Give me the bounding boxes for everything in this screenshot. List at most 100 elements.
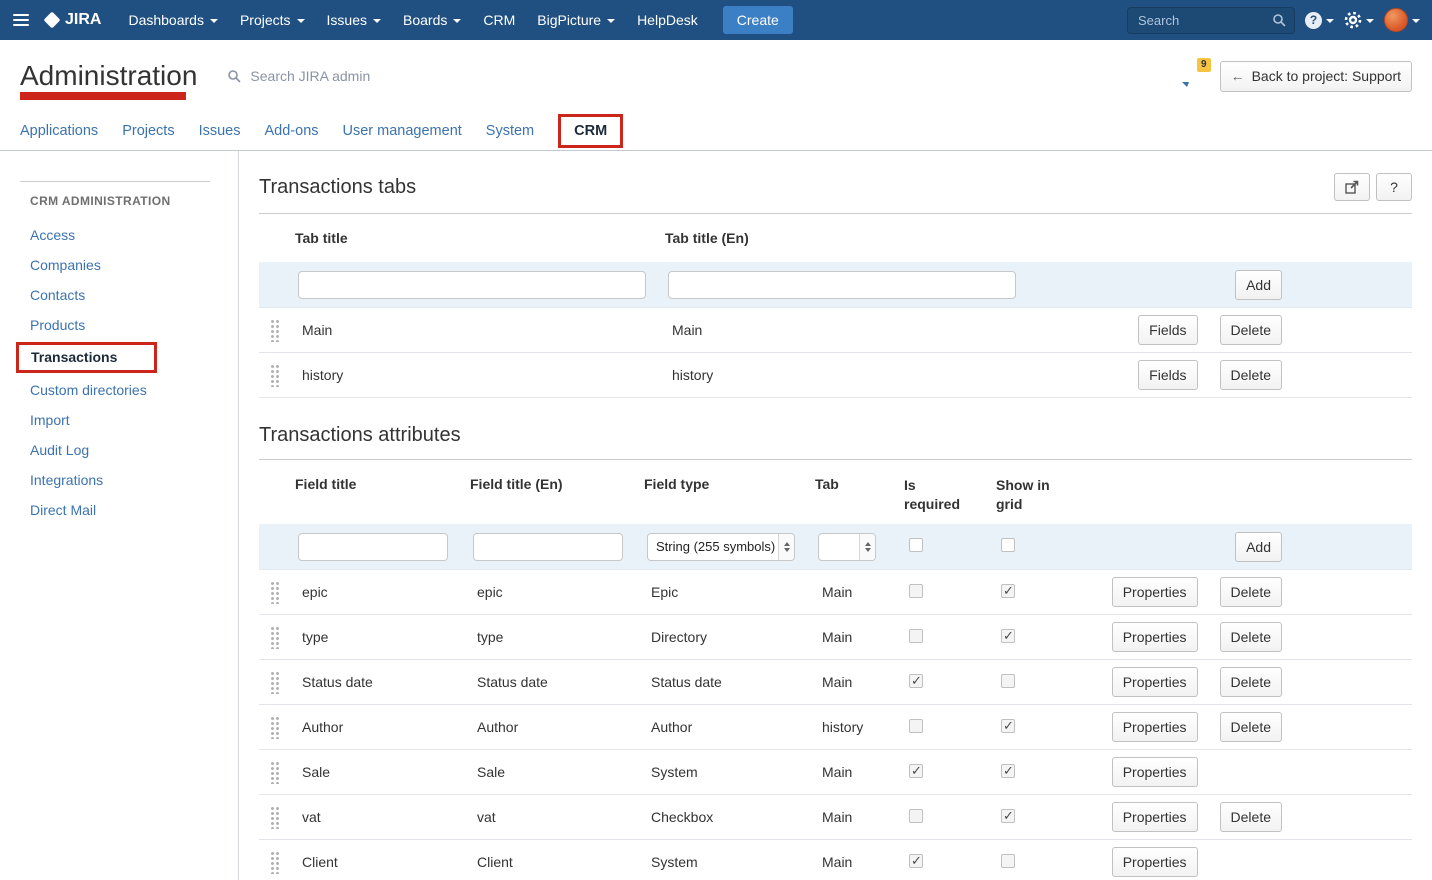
properties-button[interactable]: Properties — [1112, 667, 1198, 697]
drag-handle-icon[interactable] — [270, 626, 279, 649]
admin-tab[interactable]: Projects — [122, 123, 174, 139]
field-type-cell: Directory — [644, 629, 815, 645]
field-title-en-cell: vat — [470, 809, 644, 825]
chevron-down-icon — [1366, 19, 1374, 23]
chevron-down-icon — [453, 19, 461, 23]
new-field-title-input[interactable] — [298, 533, 448, 561]
search-icon[interactable] — [1272, 13, 1286, 27]
admin-tab[interactable]: Applications — [20, 123, 98, 139]
sidebar-item[interactable]: Companies — [30, 250, 238, 280]
sidebar-item[interactable]: Transactions — [16, 342, 157, 373]
help-button[interactable]: ? — [1376, 173, 1412, 201]
properties-button[interactable]: Properties — [1112, 712, 1198, 742]
col-field-title-en: Field title (En) — [470, 460, 644, 492]
delete-button[interactable]: Delete — [1220, 315, 1282, 345]
admin-search-input[interactable] — [248, 67, 458, 85]
export-button[interactable] — [1334, 173, 1370, 201]
settings-menu[interactable] — [1344, 11, 1374, 29]
attribute-row: Author Author Author history Properties … — [259, 705, 1412, 750]
sidebar-item[interactable]: Products — [30, 310, 238, 340]
drag-handle-icon[interactable] — [270, 319, 279, 342]
notification-badge: 9 — [1197, 58, 1211, 72]
sidebar-item[interactable]: Integrations — [30, 465, 238, 495]
properties-button[interactable]: Properties — [1112, 622, 1198, 652]
delete-button[interactable]: Delete — [1220, 577, 1282, 607]
app-switcher-icon[interactable] — [0, 0, 42, 40]
drag-handle-icon[interactable] — [270, 581, 279, 604]
admin-tab[interactable]: CRM — [558, 114, 623, 148]
properties-button[interactable]: Properties — [1112, 577, 1198, 607]
feedback-bubble-icon[interactable]: 9 — [1178, 66, 1204, 87]
tab-title-cell: Main — [295, 322, 665, 338]
add-tab-button[interactable]: Add — [1235, 270, 1282, 300]
gear-icon — [1344, 11, 1362, 29]
attribute-row: Client Client System Main Properties Del… — [259, 840, 1412, 880]
nav-menu-item[interactable]: CRM — [472, 0, 526, 40]
sidebar-heading: CRM ADMINISTRATION — [20, 181, 210, 208]
create-button[interactable]: Create — [723, 6, 793, 34]
sidebar-item[interactable]: Custom directories — [30, 375, 238, 405]
fields-button[interactable]: Fields — [1138, 360, 1197, 390]
sidebar-item[interactable]: Import — [30, 405, 238, 435]
back-to-project-button[interactable]: ← Back to project: Support — [1220, 61, 1412, 92]
properties-button[interactable]: Properties — [1112, 802, 1198, 832]
field-type-select[interactable]: String (255 symbols) — [647, 533, 795, 561]
new-show-in-grid-checkbox[interactable] — [1001, 538, 1015, 552]
delete-button[interactable]: Delete — [1220, 802, 1282, 832]
profile-menu[interactable] — [1384, 8, 1420, 32]
jira-logo-icon — [44, 12, 61, 29]
admin-tabbar: Applications Projects Issues Add-ons Use… — [0, 112, 1432, 151]
admin-tab[interactable]: User management — [343, 123, 462, 139]
show-in-grid-checkbox — [1001, 674, 1015, 688]
field-type-selected-value: String (255 symbols) — [648, 539, 778, 554]
help-menu[interactable]: ? — [1305, 12, 1334, 29]
field-type-cell: Status date — [644, 674, 815, 690]
tab-select[interactable] — [818, 533, 876, 561]
new-is-required-checkbox[interactable] — [909, 538, 923, 552]
delete-button[interactable]: Delete — [1220, 622, 1282, 652]
sidebar-item[interactable]: Access — [30, 220, 238, 250]
drag-handle-icon[interactable] — [270, 761, 279, 784]
tab-cell: Main — [815, 629, 904, 645]
quick-search-input[interactable] — [1136, 12, 1272, 29]
main-panel: Transactions tabs ? Tab title Tab title … — [239, 151, 1432, 880]
delete-button[interactable]: Delete — [1220, 667, 1282, 697]
new-field-title-en-input[interactable] — [473, 533, 623, 561]
nav-menu-item[interactable]: BigPicture — [526, 0, 626, 40]
sidebar-item[interactable]: Direct Mail — [30, 495, 238, 525]
tab-cell: Main — [815, 854, 904, 870]
field-title-en-cell: Status date — [470, 674, 644, 690]
admin-tab[interactable]: Issues — [199, 123, 241, 139]
drag-handle-icon[interactable] — [270, 806, 279, 829]
table-header-row: Field title Field title (En) Field type … — [259, 460, 1412, 524]
attribute-row: type type Directory Main Properties Dele… — [259, 615, 1412, 660]
jira-logo[interactable]: JIRA — [46, 11, 101, 29]
drag-handle-icon[interactable] — [270, 671, 279, 694]
nav-menu-item[interactable]: Issues — [316, 0, 392, 40]
field-title-cell: type — [295, 629, 470, 645]
sidebar-item[interactable]: Audit Log — [30, 435, 238, 465]
nav-menu-item[interactable]: Projects — [229, 0, 316, 40]
admin-tab[interactable]: System — [486, 123, 534, 139]
delete-button[interactable]: Delete — [1220, 712, 1282, 742]
nav-menu-item[interactable]: Dashboards — [117, 0, 229, 40]
admin-tab[interactable]: Add-ons — [265, 123, 319, 139]
new-tab-title-en-input[interactable] — [668, 271, 1016, 299]
tab-cell: Main — [815, 674, 904, 690]
drag-handle-icon[interactable] — [270, 364, 279, 387]
add-attribute-button[interactable]: Add — [1235, 532, 1282, 562]
sidebar-item[interactable]: Contacts — [30, 280, 238, 310]
new-tab-title-input[interactable] — [298, 271, 646, 299]
fields-button[interactable]: Fields — [1138, 315, 1197, 345]
properties-button[interactable]: Properties — [1112, 847, 1198, 877]
drag-handle-icon[interactable] — [270, 851, 279, 874]
back-arrow-icon: ← — [1231, 69, 1245, 83]
show-in-grid-checkbox — [1001, 584, 1015, 598]
field-title-cell: epic — [295, 584, 470, 600]
tab-title-en-cell: history — [665, 367, 1095, 383]
nav-menu-item[interactable]: HelpDesk — [626, 0, 709, 40]
nav-menu-item[interactable]: Boards — [392, 0, 472, 40]
delete-button[interactable]: Delete — [1220, 360, 1282, 390]
properties-button[interactable]: Properties — [1112, 757, 1198, 787]
drag-handle-icon[interactable] — [270, 716, 279, 739]
